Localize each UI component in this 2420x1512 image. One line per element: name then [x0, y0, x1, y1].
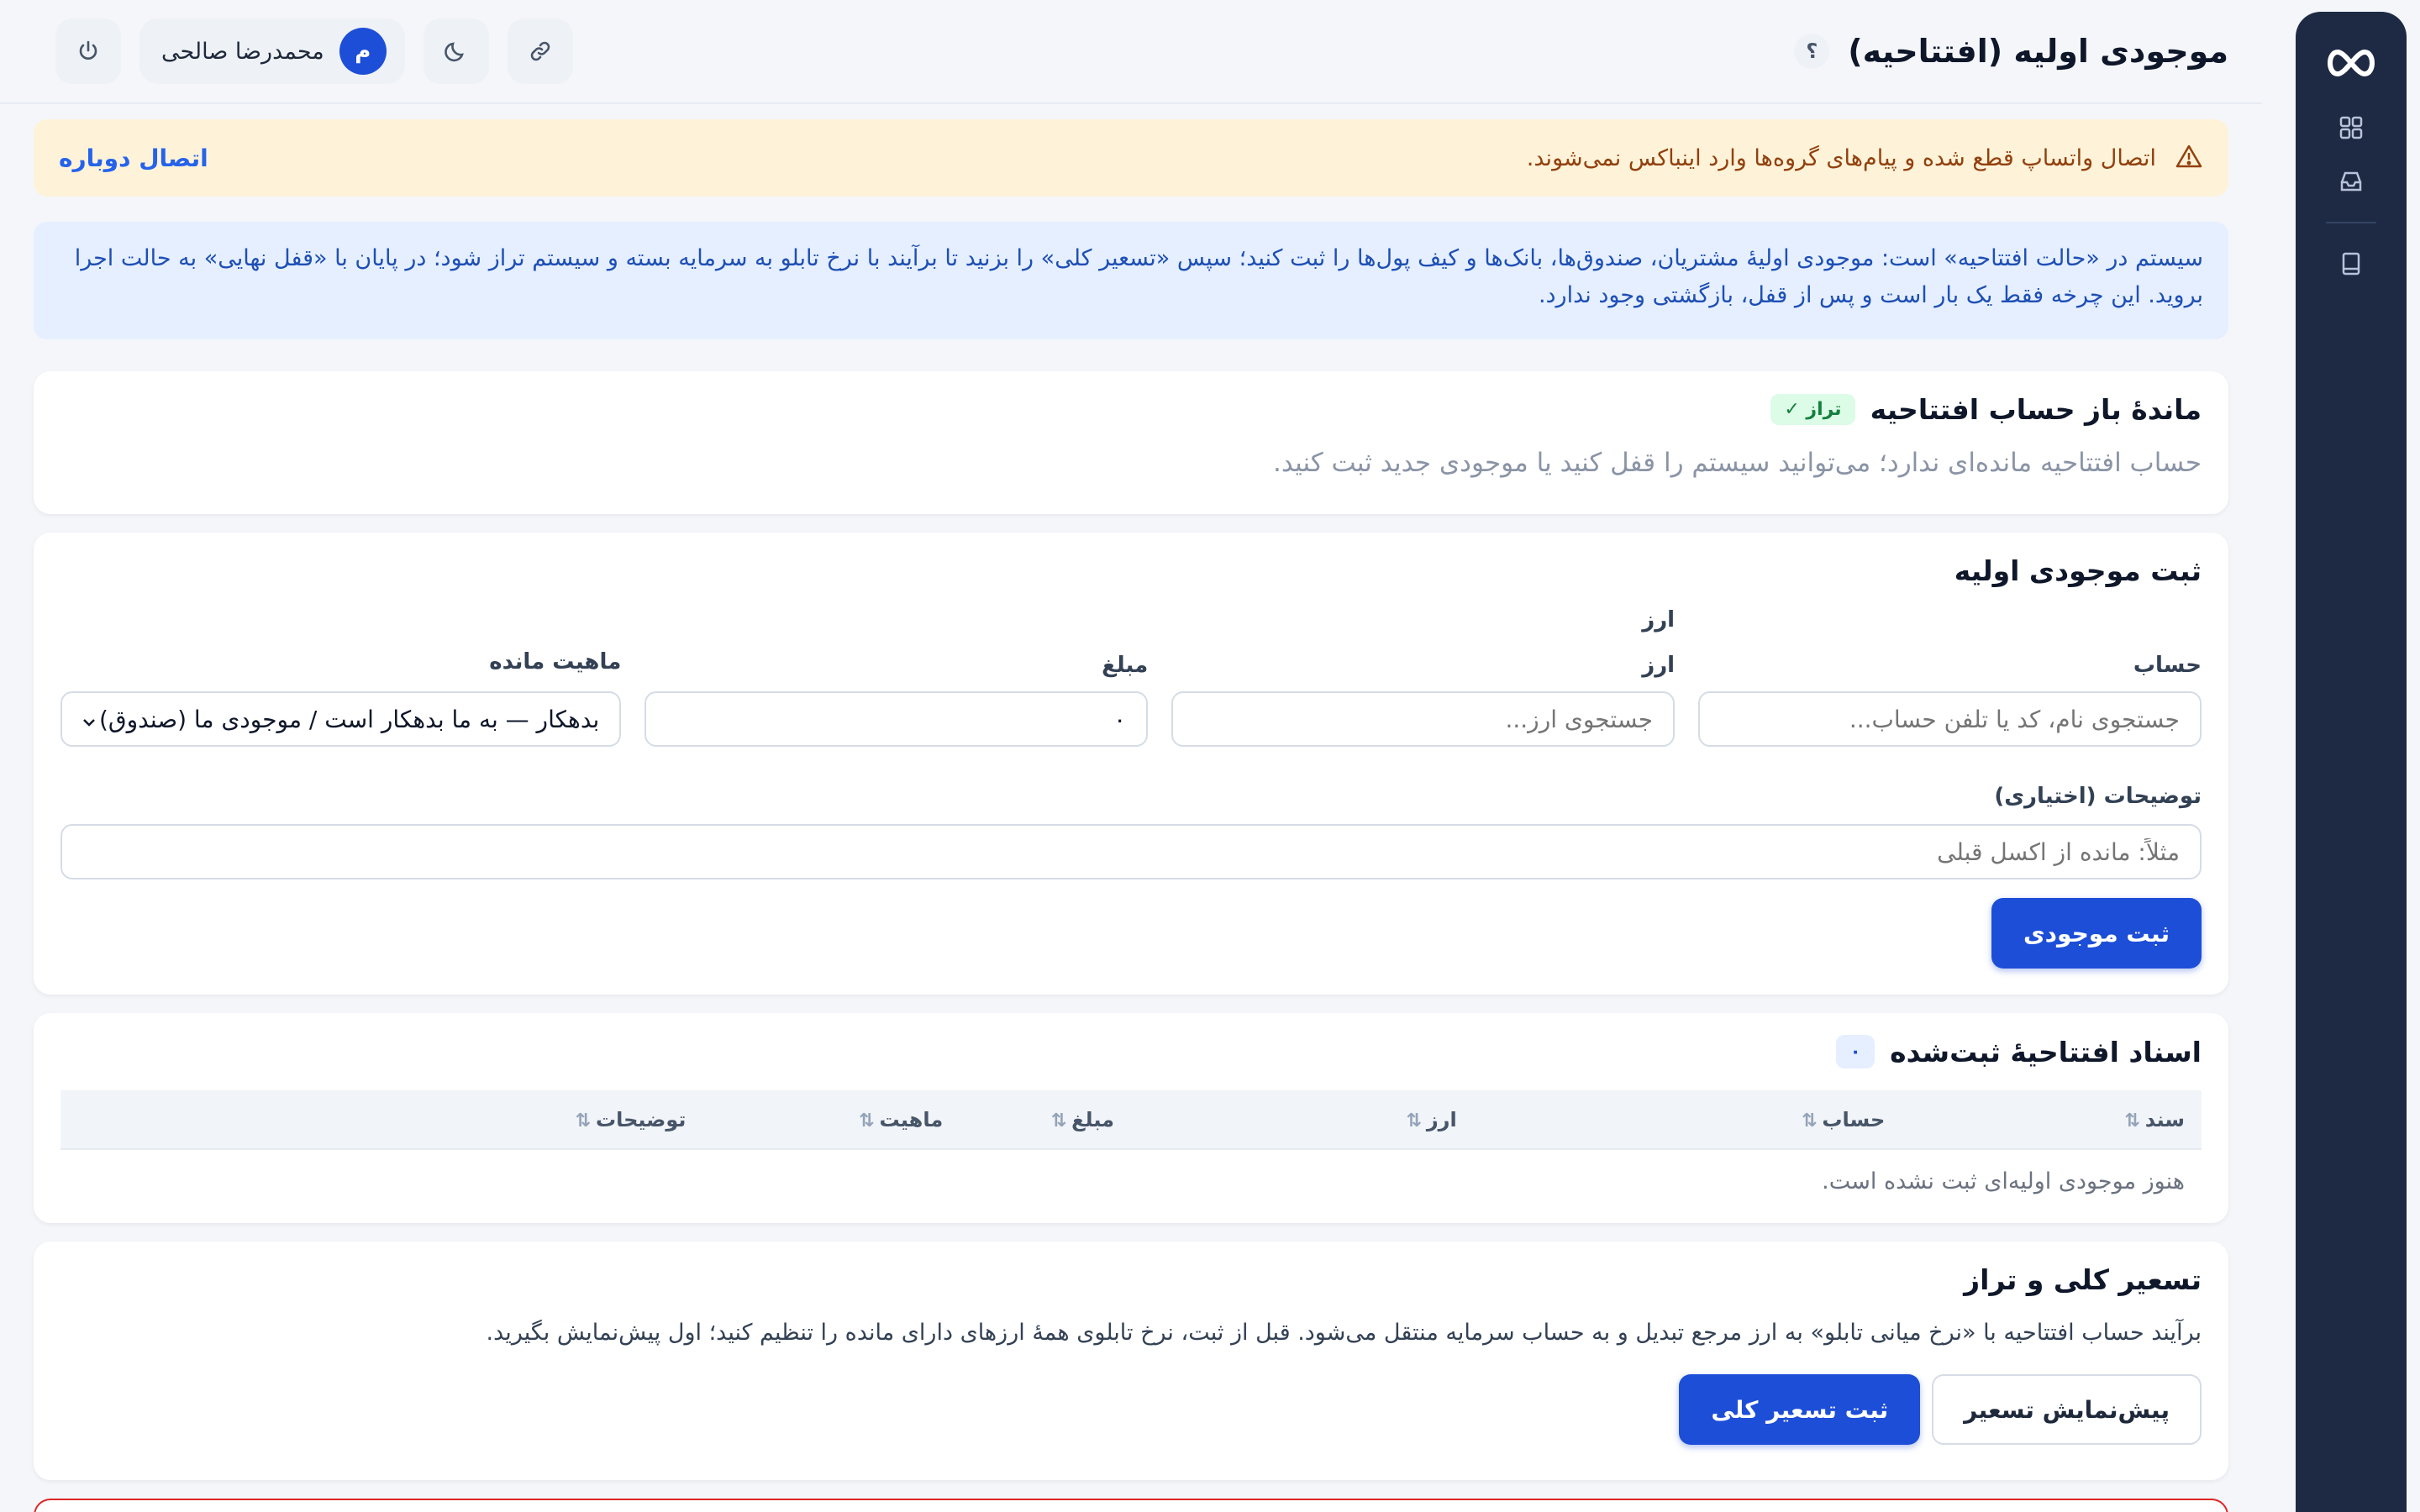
balance-card-title: ماندهٔ باز حساب افتتاحیه [1870, 393, 2202, 426]
book-icon[interactable] [2324, 237, 2378, 291]
documents-table: سند⇅ حساب⇅ ارز⇅ مبلغ⇅ ماهیت⇅ توضیحات⇅ هن… [60, 1090, 2202, 1213]
balance-message: حساب افتتاحیه مانده‌ای ندارد؛ می‌توانید … [1273, 448, 2202, 478]
help-icon[interactable]: ؟ [1794, 34, 1830, 69]
sort-icon: ⇅ [859, 1110, 875, 1131]
revaluation-text: برآیند حساب افتتاحیه با «نرخ میانی تابلو… [486, 1320, 2202, 1346]
page-title: موجودی اولیه (افتتاحیه) [1848, 33, 2228, 70]
preview-revaluation-button[interactable]: پیش‌نمایش تسعیر [1932, 1374, 2202, 1445]
opening-mode-info: سیستم در «حالت افتتاحیه» است: موجودی اول… [34, 222, 2228, 339]
warning-icon [2175, 144, 2203, 172]
dashboard-icon[interactable] [2324, 101, 2378, 155]
description-input[interactable] [60, 824, 2202, 879]
submit-balance-button[interactable]: ثبت موجودی [1991, 898, 2202, 969]
col-document[interactable]: سند⇅ [1902, 1090, 2202, 1149]
revaluation-title: تسعیر کلی و تراز [1964, 1263, 2202, 1296]
avatar: م [339, 28, 387, 75]
moon-icon[interactable] [423, 18, 489, 84]
infinity-logo-icon[interactable] [2324, 42, 2378, 84]
chevron-down-icon [82, 706, 96, 733]
user-menu[interactable]: م محمدرضا صالحی [139, 18, 405, 84]
main-content: موجودی اولیه (افتتاحیه) ؟ م محمدرضا صالح… [0, 0, 2262, 1512]
warning-text: اتصال واتساپ قطع شده و پیام‌های گروه‌ها … [1526, 144, 2156, 171]
col-nature[interactable]: ماهیت⇅ [702, 1090, 960, 1149]
nature-select[interactable]: بدهکار — به ما بدهکار است / موجودی ما (ص… [60, 691, 622, 747]
sort-icon: ⇅ [575, 1110, 591, 1131]
nature-selected-value: بدهکار — به ما بدهکار است / موجودی ما (ص… [99, 705, 600, 733]
link-icon[interactable] [507, 18, 573, 84]
currency-top-label: ارز [1642, 607, 1676, 633]
col-account[interactable]: حساب⇅ [1474, 1090, 1902, 1149]
user-name: محمدرضا صالحی [161, 38, 324, 65]
top-bar: موجودی اولیه (افتتاحیه) ؟ م محمدرضا صالح… [0, 0, 2262, 104]
nature-label: ماهیت مانده [489, 649, 622, 675]
sort-icon: ⇅ [1050, 1110, 1067, 1131]
opening-balance-card: ماندهٔ باز حساب افتتاحیه تراز ✓ حساب افت… [34, 371, 2228, 514]
power-icon[interactable] [55, 18, 121, 84]
opening-documents-card: اسناد افتتاحیهٔ ثبت‌شده ۰ سند⇅ حساب⇅ ارز… [34, 1013, 2228, 1223]
rail-divider [2326, 222, 2376, 223]
register-balance-card: ثبت موجودی اولیه حساب ارز ارز مبلغ ماهیت… [34, 533, 2228, 995]
account-label: حساب [2133, 653, 2202, 678]
revaluation-card: تسعیر کلی و تراز برآیند حساب افتتاحیه با… [34, 1242, 2228, 1480]
col-amount[interactable]: مبلغ⇅ [960, 1090, 1131, 1149]
reconnect-link[interactable]: اتصال دوباره [59, 144, 208, 172]
account-search-input[interactable] [1698, 691, 2202, 747]
table-row: هنوز موجودی اولیه‌ای ثبت نشده است. [60, 1148, 2202, 1213]
sort-icon: ⇅ [2124, 1110, 2140, 1131]
col-currency[interactable]: ارز⇅ [1131, 1090, 1474, 1149]
sort-icon: ⇅ [1801, 1110, 1818, 1131]
inbox-icon[interactable] [2324, 155, 2378, 208]
whatsapp-warning-banner: اتصال واتساپ قطع شده و پیام‌های گروه‌ها … [34, 119, 2228, 197]
amount-input[interactable] [644, 691, 1149, 747]
documents-count: ۰ [1836, 1035, 1876, 1068]
empty-state: هنوز موجودی اولیه‌ای ثبت نشده است. [60, 1148, 2202, 1213]
register-form-title: ثبت موجودی اولیه [1954, 554, 2202, 587]
description-label: توضیحات (اختیاری) [1994, 784, 2202, 809]
amount-label: مبلغ [1102, 653, 1149, 678]
table-header-row: سند⇅ حساب⇅ ارز⇅ مبلغ⇅ ماهیت⇅ توضیحات⇅ [60, 1090, 2202, 1149]
col-description[interactable]: توضیحات⇅ [60, 1090, 702, 1149]
side-rail [2296, 12, 2407, 1512]
currency-search-input[interactable] [1171, 691, 1676, 747]
currency-label: ارز [1642, 653, 1676, 678]
lock-danger-card [34, 1499, 2228, 1512]
sort-icon: ⇅ [1406, 1110, 1422, 1131]
documents-title: اسناد افتتاحیهٔ ثبت‌شده [1890, 1035, 2202, 1068]
balanced-badge: تراز ✓ [1770, 394, 1855, 425]
submit-revaluation-button[interactable]: ثبت تسعیر کلی [1679, 1374, 1921, 1445]
